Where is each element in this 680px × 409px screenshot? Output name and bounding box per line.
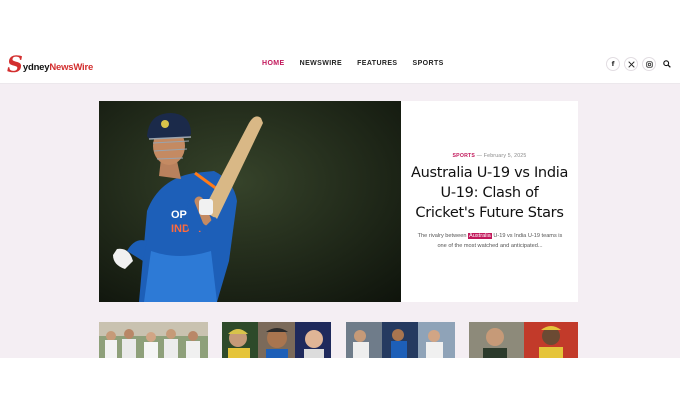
post-date: February 5, 2025 xyxy=(483,153,527,159)
featured-post[interactable]: OPPO INDIA xyxy=(99,101,578,302)
thumbnail-2[interactable] xyxy=(222,322,331,358)
featured-image[interactable]: OPPO INDIA xyxy=(99,101,401,302)
top-spacer xyxy=(0,0,680,46)
site-header: S ydneyNewsWire HOME NEWSWIRE FEATURES S… xyxy=(0,46,680,84)
nav-item-home[interactable]: HOME xyxy=(262,59,285,69)
nav-item-features[interactable]: FEATURES xyxy=(357,59,397,69)
facebook-icon[interactable]: f xyxy=(606,57,620,71)
cricketer-photo: OPPO INDIA xyxy=(99,101,401,302)
post-title[interactable]: Australia U-19 vs India U-19: Clash of C… xyxy=(409,163,570,223)
player-portraits-image xyxy=(469,322,578,358)
social-links: f xyxy=(606,57,674,71)
post-excerpt: The rivalry between Australia U-19 vs In… xyxy=(415,232,565,251)
site-logo[interactable]: S ydneyNewsWire xyxy=(7,54,93,76)
x-glyph xyxy=(627,60,635,68)
players-collage-image xyxy=(222,322,331,358)
excerpt-before: The rivalry between xyxy=(417,233,469,239)
match-action-image xyxy=(346,322,455,358)
nav-item-newswire[interactable]: NEWSWIRE xyxy=(300,59,342,69)
instagram-icon[interactable] xyxy=(642,57,656,71)
logo-initial: S xyxy=(7,52,23,78)
logo-second: NewsWire xyxy=(49,61,94,73)
team-celebration-image xyxy=(99,322,208,358)
nav-item-sports[interactable]: SPORTS xyxy=(413,59,444,69)
post-meta: SPORTS — February 5, 2025 xyxy=(401,153,578,159)
category-link[interactable]: SPORTS xyxy=(453,153,476,159)
main-nav: HOME NEWSWIRE FEATURES SPORTS xyxy=(262,59,459,69)
x-icon[interactable] xyxy=(624,57,638,71)
thumbnail-3[interactable] xyxy=(346,322,455,358)
featured-text: SPORTS — February 5, 2025 Australia U-19… xyxy=(401,101,578,302)
logo-first: ydney xyxy=(22,61,50,73)
main-content: OPPO INDIA xyxy=(0,84,680,358)
search-glyph xyxy=(663,60,671,68)
bottom-spacer xyxy=(0,358,680,409)
thumbnail-4[interactable] xyxy=(469,322,578,358)
logo-text: ydneyNewsWire xyxy=(23,62,93,73)
search-icon[interactable] xyxy=(660,57,674,71)
post-thumbnails xyxy=(99,322,578,358)
thumbnail-1[interactable] xyxy=(99,322,208,358)
meta-separator: — xyxy=(476,153,483,159)
instagram-glyph xyxy=(645,60,653,68)
excerpt-highlight: Australia xyxy=(468,233,492,239)
